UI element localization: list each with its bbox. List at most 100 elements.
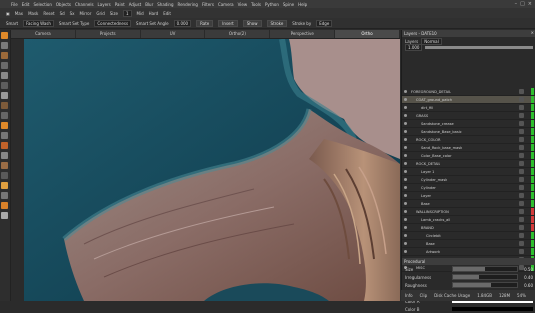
layer-row[interactable]: ROCK_COLOR (402, 136, 535, 144)
menu-channels[interactable]: Channels (75, 2, 94, 7)
hardness-label[interactable]: Hard (149, 11, 159, 16)
rate-button[interactable]: Rate (196, 19, 214, 27)
menu-file[interactable]: File (11, 2, 18, 7)
layer-lock-icon[interactable] (519, 217, 524, 222)
visibility-eye-icon[interactable] (404, 90, 407, 93)
menu-selection[interactable]: Selection (33, 2, 51, 7)
transform-tool-icon[interactable] (1, 102, 8, 109)
visibility-eye-icon[interactable] (404, 146, 407, 149)
layer-row[interactable]: Base (402, 240, 535, 248)
layer-lock-icon[interactable] (519, 201, 524, 206)
menu-tools[interactable]: Tools (251, 2, 261, 7)
visibility-eye-icon[interactable] (404, 186, 407, 189)
layer-row[interactable]: Cylinder (402, 184, 535, 192)
size-slider[interactable]: Size 0.50 (402, 265, 535, 273)
visibility-eye-icon[interactable] (404, 130, 407, 133)
erase-tool-icon[interactable] (1, 42, 8, 49)
tab-ortho[interactable]: Ortho (335, 30, 400, 38)
layer-lock-icon[interactable] (519, 169, 524, 174)
roughness-slider-track[interactable] (452, 282, 518, 288)
color-b-swatch[interactable] (452, 307, 533, 311)
smudge-tool-icon[interactable] (1, 62, 8, 69)
eyedropper-tool-icon[interactable] (1, 202, 8, 209)
menu-python[interactable]: Python (265, 2, 279, 7)
menu-adjust[interactable]: Adjust (129, 2, 142, 7)
layer-lock-icon[interactable] (519, 89, 524, 94)
stroke-button[interactable]: Stroke (266, 19, 288, 27)
tb-reset[interactable]: Reset (43, 11, 54, 16)
tab-perspective[interactable]: Perspective (270, 30, 336, 38)
menu-paint[interactable]: Paint (115, 2, 125, 7)
tb-mask[interactable]: Mask (28, 11, 38, 16)
visibility-eye-icon[interactable] (404, 242, 407, 245)
tb-grid[interactable]: Grid (96, 11, 104, 16)
sphere-tool-icon[interactable] (1, 182, 8, 189)
preset-dropdown[interactable]: Facing Wash (23, 19, 54, 27)
layer-row[interactable]: Circlebit (402, 232, 535, 240)
tb-sx[interactable]: Sx (70, 11, 75, 16)
opacity-slider[interactable] (425, 45, 533, 49)
menu-help[interactable]: Help (298, 2, 307, 7)
3d-viewport[interactable] (24, 39, 400, 301)
tab-uv[interactable]: UV (141, 30, 206, 38)
layer-row[interactable]: Artwork (402, 248, 535, 256)
visibility-eye-icon[interactable] (404, 162, 407, 165)
visibility-eye-icon[interactable] (404, 170, 407, 173)
mask-tool-icon[interactable] (1, 192, 8, 199)
layer-row[interactable]: Sandstone_crease (402, 120, 535, 128)
layer-lock-icon[interactable] (519, 177, 524, 182)
panel-close-icon[interactable]: × (531, 30, 534, 35)
layer-row[interactable]: Lamb_cracks_all (402, 216, 535, 224)
layer-row[interactable]: dirt_fill (402, 104, 535, 112)
size-slider-value[interactable]: 0.50 (521, 267, 533, 272)
layer-lock-icon[interactable] (519, 145, 524, 150)
visibility-eye-icon[interactable] (404, 250, 407, 253)
visibility-eye-icon[interactable] (404, 218, 407, 221)
layer-lock-icon[interactable] (519, 241, 524, 246)
sharpen-tool-icon[interactable] (1, 152, 8, 159)
paint-tool-icon[interactable] (1, 32, 8, 39)
menu-filters[interactable]: Filters (202, 2, 214, 7)
visibility-eye-icon[interactable] (404, 98, 407, 101)
tab-projects[interactable]: Projects (76, 30, 141, 38)
layer-lock-icon[interactable] (519, 121, 524, 126)
menu-objects[interactable]: Objects (56, 2, 71, 7)
layer-lock-icon[interactable] (519, 129, 524, 134)
stamp-tool-icon[interactable] (1, 142, 8, 149)
layer-list[interactable]: FOREGROUND_DETAIL COAT_ground_patch dirt_f… (402, 88, 535, 272)
layer-lock-icon[interactable] (519, 193, 524, 198)
layer-lock-icon[interactable] (519, 209, 524, 214)
layer-row[interactable]: Sandstone_Base_basic (402, 128, 535, 136)
layer-lock-icon[interactable] (519, 249, 524, 254)
layer-lock-icon[interactable] (519, 137, 524, 142)
layer-row[interactable]: Layer 1 (402, 168, 535, 176)
irregularness-slider[interactable]: Irregularness 0.40 (402, 273, 535, 281)
visibility-eye-icon[interactable] (404, 106, 407, 109)
layer-lock-icon[interactable] (519, 97, 524, 102)
visibility-eye-icon[interactable] (404, 114, 407, 117)
status-info[interactable]: Info (405, 293, 413, 298)
menu-camera[interactable]: Camera (218, 2, 234, 7)
menu-rendering[interactable]: Rendering (178, 2, 198, 7)
layer-lock-icon[interactable] (519, 185, 524, 190)
visibility-eye-icon[interactable] (404, 138, 407, 141)
layer-row[interactable]: Cylinder_mask (402, 176, 535, 184)
menu-layers[interactable]: Layers (98, 2, 111, 7)
midtone-label[interactable]: Mid (137, 11, 144, 16)
color-b-row[interactable]: Color B (402, 305, 535, 313)
size-field[interactable]: 1 (122, 9, 132, 17)
status-clip[interactable]: Clip (420, 293, 428, 298)
insert-button[interactable]: Insert (218, 19, 238, 27)
layer-row[interactable]: WALLINSCRIPTION (402, 208, 535, 216)
brush-icon[interactable]: ▣ (6, 11, 10, 16)
layer-row[interactable]: Sand_Rock_base_mask (402, 144, 535, 152)
dodge-tool-icon[interactable] (1, 122, 8, 129)
layer-lock-icon[interactable] (519, 225, 524, 230)
blur-tool-icon[interactable] (1, 72, 8, 79)
visibility-eye-icon[interactable] (404, 202, 407, 205)
smart-angle-field[interactable]: 0.000 (173, 19, 192, 27)
layer-lock-icon[interactable] (519, 113, 524, 118)
visibility-eye-icon[interactable] (404, 154, 407, 157)
show-button[interactable]: Show (242, 19, 262, 27)
size-slider-track[interactable] (452, 266, 518, 272)
